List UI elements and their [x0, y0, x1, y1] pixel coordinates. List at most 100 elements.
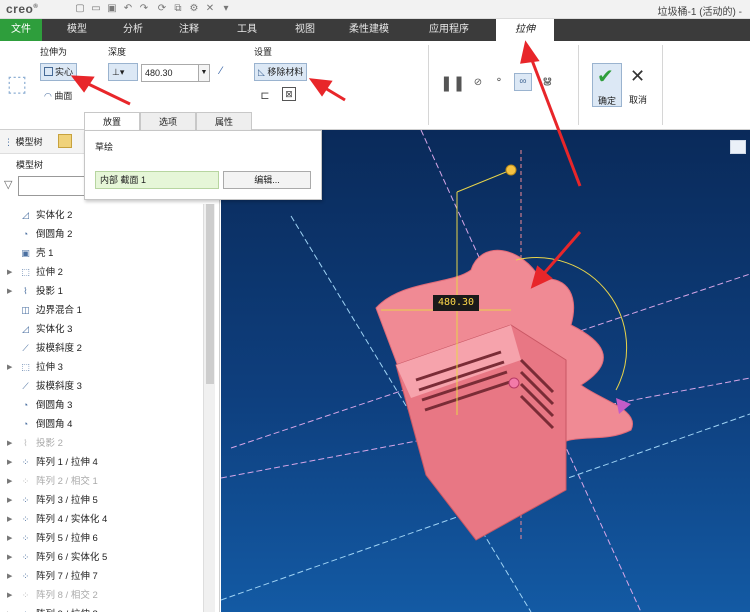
depth-dimension-label[interactable]: 480.30 — [433, 295, 479, 311]
tab-model[interactable]: 模型 — [52, 19, 102, 41]
flip-direction-icon[interactable]: ⁄ — [214, 65, 228, 79]
tab-annotate[interactable]: 注释 — [164, 19, 214, 41]
windows-icon[interactable]: ⧉ — [172, 3, 184, 15]
redo-icon[interactable]: ↷ — [138, 3, 150, 15]
pause-icon[interactable]: ❚❚ — [440, 74, 465, 92]
open-file-icon[interactable]: ▭ — [90, 3, 102, 15]
tree-item[interactable]: ▶ ⌇ 投影 1 — [0, 282, 200, 301]
glasses-preview-icon[interactable]: ൠ — [540, 75, 554, 89]
tree-item[interactable]: ▶ ⁘ 阵列 4 / 实体化 4 — [0, 510, 200, 529]
cancel-button[interactable]: ✕ 取消 — [626, 63, 650, 107]
tree-item[interactable]: ▶⁘阵列 9 / 拉伸 8 — [0, 605, 200, 612]
tab-flexible-modeling[interactable]: 柔性建模 — [336, 19, 402, 41]
tree-item-label: 阵列 1 / 拉伸 4 — [36, 457, 98, 468]
expand-arrow-icon[interactable]: ▶ — [7, 453, 12, 472]
view-toolbar-icon[interactable] — [730, 140, 746, 154]
tab-model-tree[interactable]: ⋮ 模型树 — [4, 135, 43, 148]
tree-item[interactable]: ▣ 壳 1 — [0, 244, 200, 263]
tab-applications[interactable]: 应用程序 — [416, 19, 482, 41]
tab-analysis[interactable]: 分析 — [108, 19, 158, 41]
tree-item[interactable]: ◔ 倒圆角 2 — [0, 225, 200, 244]
tab-options[interactable]: 选项 — [140, 112, 196, 130]
extrude-icon: ⬚ — [21, 267, 30, 277]
tree-item[interactable]: ◫ 边界混合 1 — [0, 301, 200, 320]
ok-button[interactable]: ✔ 确定 — [592, 63, 622, 107]
tree-item[interactable]: ▶ ⁘ 阵列 6 / 实体化 5 — [0, 548, 200, 567]
depth-dropdown-arrow[interactable]: ▼ — [199, 64, 210, 82]
tree-item[interactable]: ▶ ⁘ 阵列 8 / 相交 2 — [0, 586, 200, 605]
tab-extrude[interactable]: 拉伸 — [496, 19, 554, 42]
expand-arrow-icon[interactable]: ▶ — [7, 510, 12, 529]
expand-arrow-icon[interactable]: ▶ — [7, 472, 12, 491]
depth-type-button[interactable]: ⊥▾ — [108, 63, 138, 81]
verify-icon[interactable]: ∞ — [514, 73, 532, 91]
tree-item[interactable]: ▶ ⁘ 阵列 3 / 拉伸 5 — [0, 491, 200, 510]
tree-item[interactable]: ▶ ⌇ 投影 2 — [0, 434, 200, 453]
tree-item-label: 拔模斜度 2 — [36, 343, 82, 354]
settings-label: 设置 — [254, 47, 273, 57]
settings-icon[interactable]: ⚙ — [188, 3, 200, 15]
tree-item[interactable]: ▶ ⁘ 阵列 1 / 拉伸 4 — [0, 453, 200, 472]
expand-arrow-icon[interactable]: ▶ — [7, 491, 12, 510]
expand-arrow-icon[interactable]: ▶ — [7, 434, 12, 453]
tab-view[interactable]: 视图 — [280, 19, 330, 41]
expand-arrow-icon[interactable]: ▶ — [7, 358, 12, 377]
no-preview-icon[interactable]: ⊘ — [472, 77, 484, 89]
tree-item[interactable]: ▶ ⁘ 阵列 5 / 拉伸 6 — [0, 529, 200, 548]
filter-icon[interactable]: ▽ — [4, 178, 12, 191]
expand-arrow-icon[interactable]: ▶ — [7, 567, 12, 586]
tree-item-label: 拔模斜度 3 — [36, 381, 82, 392]
round-icon: ◔ — [22, 229, 29, 239]
expand-arrow-icon[interactable]: ▶ — [7, 529, 12, 548]
tab-file[interactable]: 文件 — [0, 19, 42, 41]
edit-sketch-button[interactable]: 编辑... — [223, 171, 311, 189]
side-toggle-icon[interactable]: ⊠ — [282, 87, 296, 101]
tree-item[interactable]: ◔ 倒圆角 4 — [0, 415, 200, 434]
tree-item[interactable]: ▶ ⬚ 拉伸 2 — [0, 263, 200, 282]
surface-button[interactable]: ◠ 曲面 — [44, 89, 72, 102]
new-file-icon[interactable]: ▢ — [74, 3, 86, 15]
tree-item[interactable]: ⟋ 拔模斜度 2 — [0, 339, 200, 358]
save-icon[interactable]: ▣ — [106, 3, 118, 15]
preview-icon[interactable]: ⚬ — [492, 75, 506, 89]
folder-browser-icon[interactable] — [58, 134, 72, 148]
tree-item-label: 投影 1 — [36, 286, 63, 297]
graphics-window[interactable]: 480.30 — [221, 130, 750, 612]
tree-item[interactable]: ◿ 实体化 2 — [0, 206, 200, 225]
thicken-sketch-icon[interactable]: ⊏ — [258, 89, 272, 103]
model-canvas[interactable] — [221, 130, 750, 612]
undo-icon[interactable]: ↶ — [122, 3, 134, 15]
solid-button[interactable]: 实心 — [40, 63, 78, 81]
expand-arrow-icon[interactable]: ▶ — [7, 282, 12, 301]
tree-item[interactable]: ⟋ 拔模斜度 3 — [0, 377, 200, 396]
tree-scrollbar-thumb[interactable] — [206, 204, 214, 384]
remove-material-button[interactable]: ◺ 移除材料 — [254, 63, 308, 81]
regenerate-icon[interactable]: ⟳ — [156, 3, 168, 15]
expand-arrow-icon[interactable]: ▶ — [7, 263, 12, 282]
close-window-icon[interactable]: ✕ — [204, 3, 216, 15]
depth-input[interactable]: 480.30 — [141, 64, 199, 82]
tab-placement[interactable]: 放置 — [84, 112, 140, 130]
customize-icon[interactable]: ▾ — [220, 3, 232, 15]
tree-item[interactable]: ▶ ⁘ 阵列 2 / 相交 1 — [0, 472, 200, 491]
sketch-collector[interactable]: 内部 截面 1 — [95, 171, 219, 189]
drag-handle[interactable] — [508, 377, 520, 389]
tree-item-label: 实体化 2 — [36, 210, 73, 221]
tree-item[interactable]: ▶ ⁘ 阵列 7 / 拉伸 7 — [0, 567, 200, 586]
tab-tools[interactable]: 工具 — [222, 19, 272, 41]
tree-scrollbar[interactable] — [203, 204, 215, 612]
tree-item[interactable]: ◔ 倒圆角 3 — [0, 396, 200, 415]
pattern-icon: ⁘ — [21, 476, 30, 486]
tab-properties[interactable]: 属性 — [196, 112, 252, 130]
tree-item[interactable]: ▶ ⬚ 拉伸 3 — [0, 358, 200, 377]
expand-arrow-icon[interactable]: ▶ — [7, 586, 12, 605]
expand-arrow-icon[interactable]: ▶ — [7, 605, 12, 612]
tree-item-label: 投影 2 — [36, 438, 63, 449]
tree-item-label: 阵列 2 / 相交 1 — [36, 476, 98, 487]
drag-handle[interactable] — [505, 164, 517, 176]
tree-item-label: 阵列 8 / 相交 2 — [36, 590, 98, 601]
tree-item-label: 倒圆角 4 — [36, 419, 73, 430]
pattern-icon: ⁘ — [21, 514, 30, 524]
tree-item[interactable]: ◿ 实体化 3 — [0, 320, 200, 339]
expand-arrow-icon[interactable]: ▶ — [7, 548, 12, 567]
